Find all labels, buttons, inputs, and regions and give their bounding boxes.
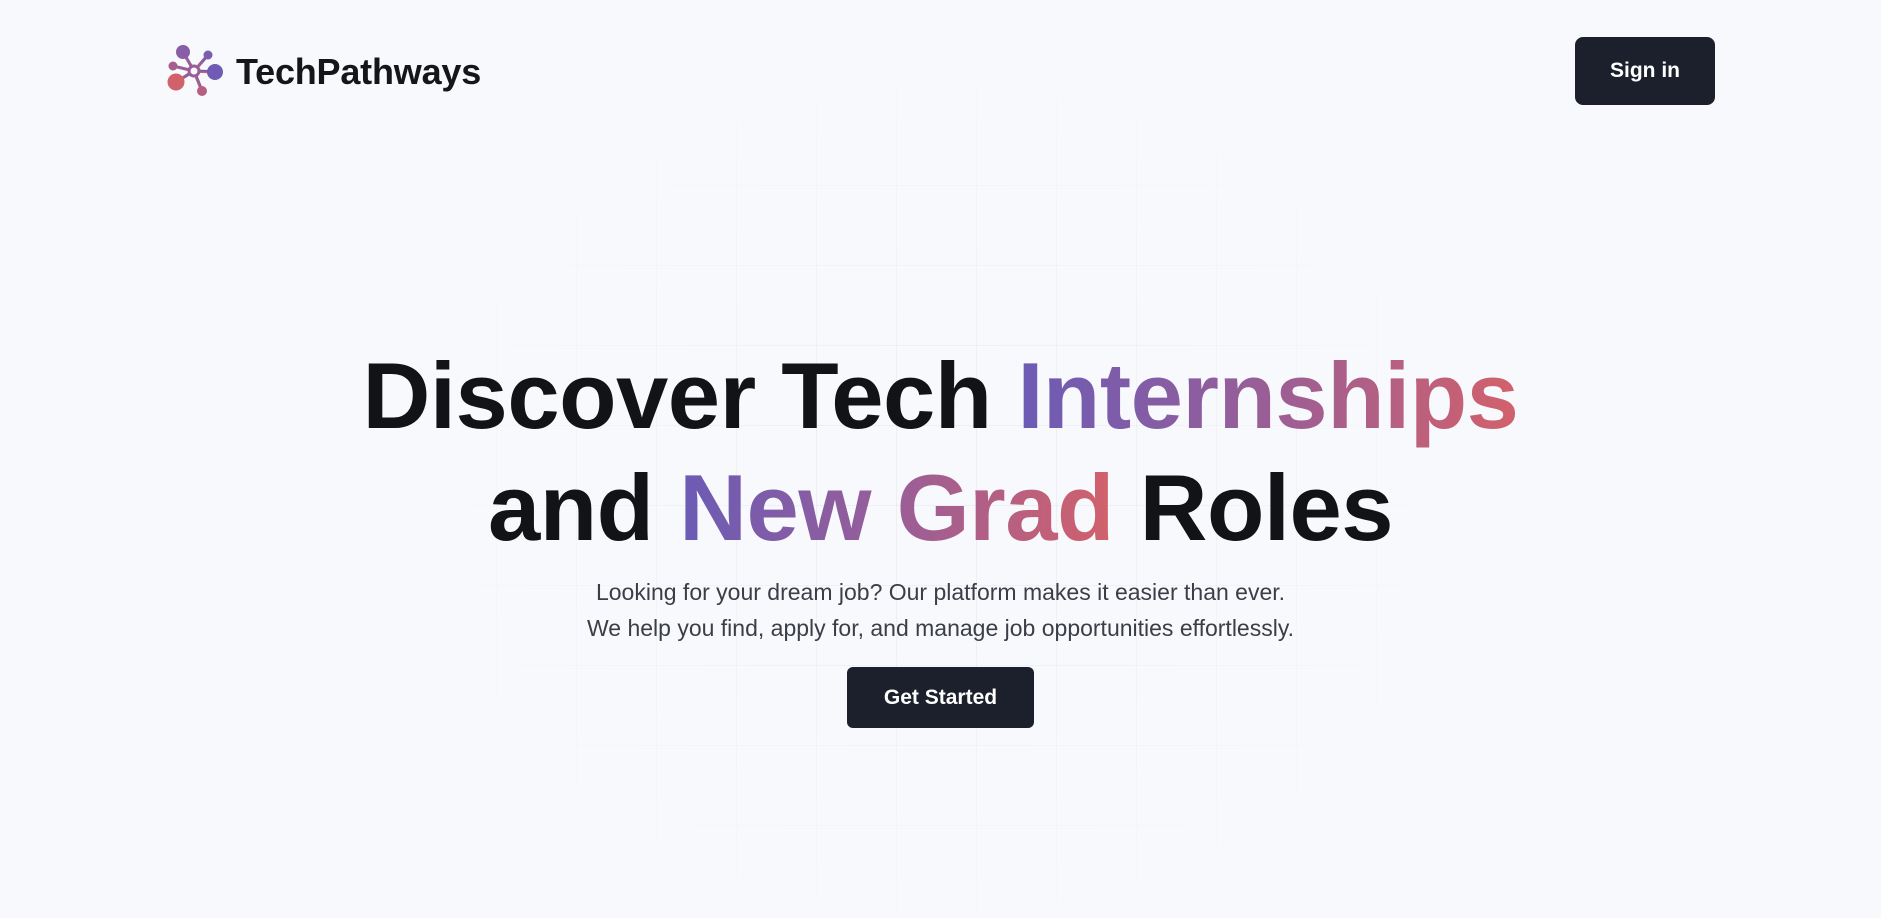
get-started-button[interactable]: Get Started	[847, 667, 1034, 728]
molecule-icon	[167, 45, 223, 96]
headline-accent-new-grad: New Grad	[679, 455, 1114, 560]
subtitle-line2: We help you find, apply for, and manage …	[586, 615, 1295, 641]
brand-link[interactable]: TechPathways	[166, 43, 481, 101]
headline-line2-text: and	[487, 455, 680, 560]
brand-name: TechPathways	[236, 51, 482, 92]
hero-subtitle: Looking for your dream job? Our platform…	[0, 574, 1881, 646]
hero-section: Discover Tech Internships and New Grad R…	[0, 340, 1881, 728]
site-header: TechPathways Sign in	[0, 0, 1881, 140]
hero-headline: Discover Tech Internships and New Grad R…	[0, 340, 1881, 564]
subtitle-line1: Looking for your dream job? Our platform…	[595, 579, 1286, 605]
headline-line1-text: Discover Tech	[362, 343, 1018, 448]
headline-accent-internships: Internships	[1017, 343, 1519, 448]
headline-line2-end: Roles	[1113, 455, 1394, 560]
sign-in-button[interactable]: Sign in	[1575, 37, 1715, 105]
